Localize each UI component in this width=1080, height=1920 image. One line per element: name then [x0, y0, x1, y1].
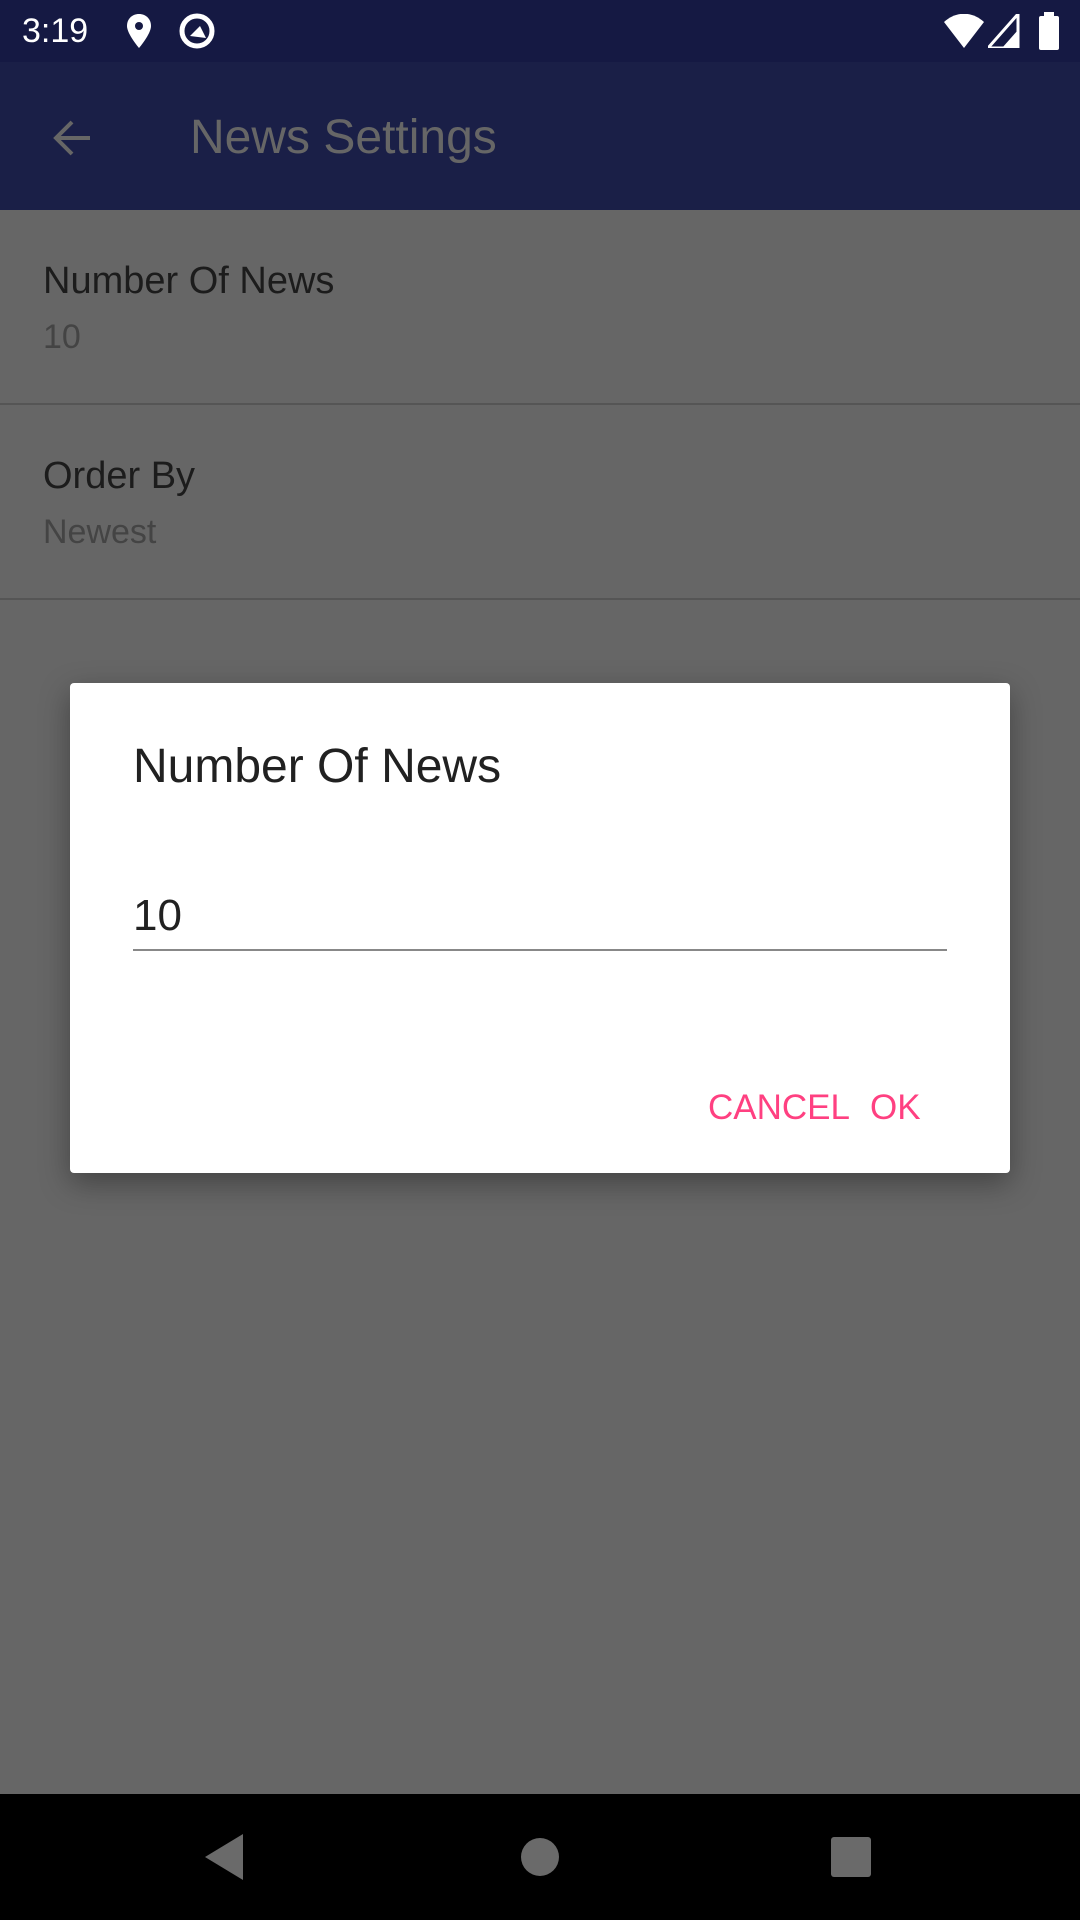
nav-back-icon[interactable] [205, 1834, 245, 1880]
navigation-bar [0, 1794, 1080, 1920]
app-bar: News Settings [0, 62, 1080, 210]
nav-home-icon[interactable] [520, 1837, 560, 1877]
setting-value: Newest [43, 513, 157, 551]
setting-title: Order By [43, 455, 196, 497]
location-icon [127, 14, 151, 48]
cancel-button[interactable]: CANCEL [692, 1078, 866, 1138]
status-time: 3:19 [22, 12, 89, 50]
setting-order-by[interactable]: Order By Newest [0, 405, 1080, 600]
setting-value: 10 [43, 318, 81, 356]
battery-icon [1039, 12, 1059, 50]
setting-title: Number Of News [43, 260, 335, 302]
status-bar: 3:19 [0, 0, 1080, 62]
wifi-icon [944, 14, 984, 48]
number-of-news-dialog: Number Of News CANCEL OK [70, 683, 1010, 1173]
page-title: News Settings [190, 111, 497, 164]
arrow-back-icon[interactable] [44, 110, 100, 166]
setting-number-of-news[interactable]: Number Of News 10 [0, 210, 1080, 405]
dialog-title: Number Of News [133, 740, 502, 793]
number-of-news-input[interactable] [133, 883, 947, 951]
ok-button[interactable]: OK [854, 1078, 937, 1138]
signal-icon [988, 14, 1020, 48]
nav-recents-icon[interactable] [831, 1837, 871, 1877]
sync-icon [179, 13, 215, 49]
